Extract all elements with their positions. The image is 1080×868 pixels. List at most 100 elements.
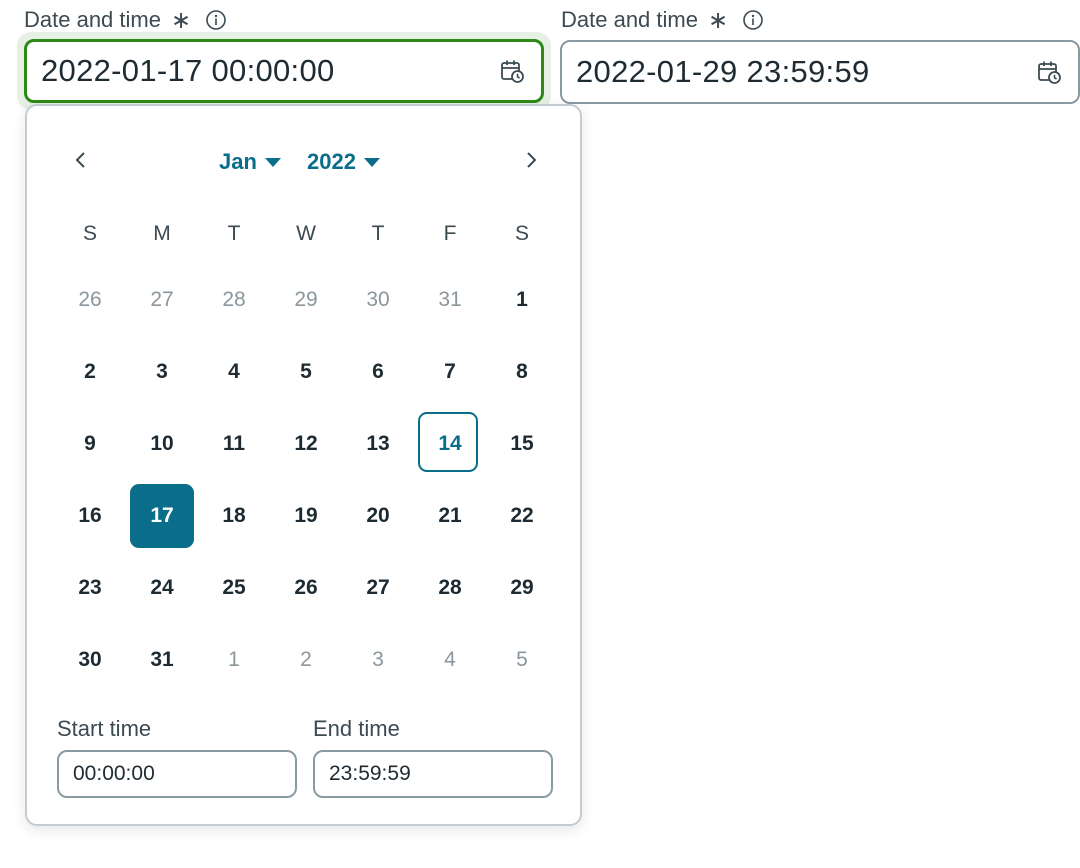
weekday-label: T bbox=[227, 222, 241, 245]
day-cell[interactable]: 28 bbox=[414, 552, 486, 624]
day-number: 2 bbox=[300, 648, 312, 671]
day-number: 5 bbox=[300, 360, 312, 383]
day-number: 29 bbox=[294, 288, 318, 311]
end-datetime-value[interactable]: 2022-01-29 23:59:59 bbox=[562, 54, 1036, 90]
day-number: 10 bbox=[150, 432, 174, 455]
day-cell[interactable]: 3 bbox=[342, 624, 414, 696]
day-cell[interactable]: 23 bbox=[54, 552, 126, 624]
year-select-value: 2022 bbox=[307, 149, 356, 174]
day-cell[interactable]: 4 bbox=[198, 336, 270, 408]
day-cell[interactable]: 19 bbox=[270, 480, 342, 552]
calendar-clock-icon[interactable] bbox=[499, 58, 525, 84]
previous-month-button[interactable] bbox=[63, 144, 99, 180]
weekday-label: S bbox=[514, 222, 529, 245]
next-month-button[interactable] bbox=[513, 144, 549, 180]
day-cell[interactable]: 30 bbox=[342, 264, 414, 336]
start-datetime-value[interactable]: 2022-01-17 00:00:00 bbox=[27, 53, 499, 89]
weekday-label: T bbox=[371, 222, 385, 245]
day-number: 22 bbox=[510, 504, 534, 527]
weekday-header: S M T W T F S bbox=[54, 218, 558, 250]
day-cell[interactable]: 2 bbox=[270, 624, 342, 696]
day-cell[interactable]: 13 bbox=[342, 408, 414, 480]
day-cell[interactable]: 21 bbox=[414, 480, 486, 552]
info-icon[interactable] bbox=[205, 9, 227, 31]
day-number: 3 bbox=[156, 360, 168, 383]
day-number: 26 bbox=[78, 288, 102, 311]
day-cell[interactable]: 15 bbox=[486, 408, 558, 480]
day-cell[interactable]: 5 bbox=[486, 624, 558, 696]
day-number: 28 bbox=[438, 576, 462, 599]
calendar-popover: Jan 2022 S M T W T F S 26 27 28 29 30 31 1 2 3 4 5… bbox=[25, 104, 582, 826]
day-cell[interactable]: 6 bbox=[342, 336, 414, 408]
day-cell[interactable]: 22 bbox=[486, 480, 558, 552]
start-date-label: Date and time ∗ bbox=[24, 6, 227, 34]
day-number: 15 bbox=[510, 432, 534, 455]
day-number: 3 bbox=[372, 648, 384, 671]
day-cell[interactable]: 31 bbox=[414, 264, 486, 336]
start-time-label: Start time bbox=[57, 716, 152, 741]
day-cell[interactable]: 29 bbox=[270, 264, 342, 336]
day-cell[interactable]: 27 bbox=[342, 552, 414, 624]
day-number: 5 bbox=[516, 648, 528, 671]
day-cell[interactable]: 2 bbox=[54, 336, 126, 408]
weekday-label: M bbox=[153, 222, 171, 245]
caret-down-icon bbox=[264, 157, 281, 167]
day-number: 31 bbox=[150, 648, 174, 671]
day-cell[interactable]: 18 bbox=[198, 480, 270, 552]
day-cell[interactable]: 20 bbox=[342, 480, 414, 552]
day-cell[interactable]: 27 bbox=[126, 264, 198, 336]
day-cell[interactable]: 31 bbox=[126, 624, 198, 696]
day-cell[interactable]: 8 bbox=[486, 336, 558, 408]
day-number: 4 bbox=[444, 648, 456, 671]
day-cell[interactable]: 28 bbox=[198, 264, 270, 336]
day-number: 30 bbox=[78, 648, 102, 671]
day-number: 8 bbox=[516, 360, 528, 383]
day-cell[interactable]: 25 bbox=[198, 552, 270, 624]
day-number: 2 bbox=[84, 360, 96, 383]
day-number: 1 bbox=[228, 648, 240, 671]
end-date-label: Date and time ∗ bbox=[561, 6, 764, 34]
end-datetime-input[interactable]: 2022-01-29 23:59:59 bbox=[560, 40, 1080, 104]
day-cell[interactable]: 16 bbox=[54, 480, 126, 552]
day-cell-today[interactable]: 14 bbox=[414, 408, 486, 480]
day-cell[interactable]: 5 bbox=[270, 336, 342, 408]
month-select[interactable]: Jan bbox=[219, 146, 281, 178]
day-number: 21 bbox=[438, 504, 462, 527]
day-cell[interactable]: 9 bbox=[54, 408, 126, 480]
day-cell[interactable]: 1 bbox=[486, 264, 558, 336]
day-cell[interactable]: 4 bbox=[414, 624, 486, 696]
day-number: 25 bbox=[222, 576, 246, 599]
end-date-label-text: Date and time bbox=[561, 7, 698, 32]
caret-down-icon bbox=[363, 157, 380, 167]
day-number: 20 bbox=[366, 504, 390, 527]
end-time-input[interactable] bbox=[313, 750, 553, 798]
day-cell[interactable]: 26 bbox=[54, 264, 126, 336]
start-date-label-text: Date and time bbox=[24, 7, 161, 32]
day-cell[interactable]: 12 bbox=[270, 408, 342, 480]
day-cell[interactable]: 11 bbox=[198, 408, 270, 480]
required-mark: ∗ bbox=[707, 6, 729, 34]
day-number: 17 bbox=[150, 504, 174, 527]
day-number: 16 bbox=[78, 504, 102, 527]
day-cell[interactable]: 1 bbox=[198, 624, 270, 696]
day-number: 12 bbox=[294, 432, 318, 455]
start-datetime-input[interactable]: 2022-01-17 00:00:00 bbox=[24, 39, 544, 103]
month-select-value: Jan bbox=[219, 149, 257, 174]
day-number: 14 bbox=[438, 432, 462, 455]
day-cell[interactable]: 7 bbox=[414, 336, 486, 408]
day-cell[interactable]: 29 bbox=[486, 552, 558, 624]
day-number: 19 bbox=[294, 504, 318, 527]
start-time-input[interactable] bbox=[57, 750, 297, 798]
day-number: 30 bbox=[366, 288, 390, 311]
day-cell-selected[interactable]: 17 bbox=[126, 480, 198, 552]
day-cell[interactable]: 30 bbox=[54, 624, 126, 696]
day-number: 24 bbox=[150, 576, 174, 599]
day-cell[interactable]: 24 bbox=[126, 552, 198, 624]
year-select[interactable]: 2022 bbox=[307, 146, 380, 178]
calendar-clock-icon[interactable] bbox=[1036, 59, 1062, 85]
info-icon[interactable] bbox=[742, 9, 764, 31]
day-number: 27 bbox=[366, 576, 390, 599]
day-cell[interactable]: 26 bbox=[270, 552, 342, 624]
day-cell[interactable]: 3 bbox=[126, 336, 198, 408]
day-cell[interactable]: 10 bbox=[126, 408, 198, 480]
